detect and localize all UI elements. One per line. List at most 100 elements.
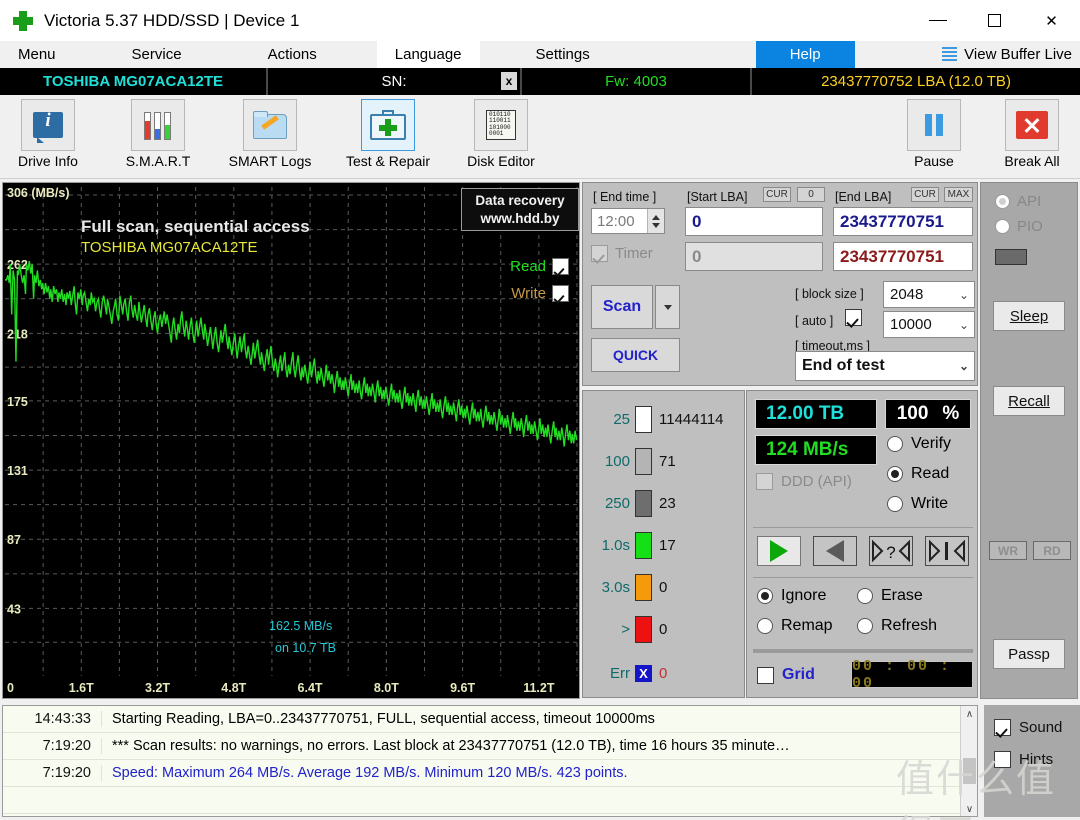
toolbar-button-smart[interactable]: S.M.A.R.T — [110, 99, 206, 169]
defect-remap[interactable]: Remap — [757, 617, 833, 635]
promo-box[interactable]: Data recovery www.hdd.by — [461, 188, 579, 231]
close-button[interactable]: ✕ — [1023, 0, 1080, 41]
mode-read[interactable]: Read — [887, 465, 949, 483]
recall-button[interactable]: Recall — [993, 386, 1065, 416]
pio-radio[interactable] — [995, 219, 1010, 234]
grid-toggle[interactable]: Grid — [757, 666, 815, 684]
read-checkbox[interactable] — [552, 258, 569, 275]
toolbar-button-pause[interactable]: Pause — [886, 99, 982, 169]
toolbar-button-test-repair[interactable]: Test & Repair — [340, 99, 436, 169]
grid-label: Grid — [782, 666, 815, 683]
play-backward-button[interactable] — [813, 536, 857, 566]
toolbar-label-pause: Pause — [914, 153, 954, 169]
end-time-spinner[interactable]: 12:00 — [591, 208, 665, 234]
seek-end-button[interactable] — [925, 536, 969, 566]
menu-item-settings[interactable]: Settings — [518, 41, 608, 68]
remap-radio[interactable] — [757, 618, 773, 634]
end-of-test-select[interactable]: End of test ⌄ — [795, 351, 975, 381]
view-buffer-live-button[interactable]: View Buffer Live — [942, 41, 1072, 68]
defect-ignore[interactable]: Ignore — [757, 587, 826, 605]
start-lba-cur-button[interactable]: CUR — [763, 187, 791, 202]
ignore-radio[interactable] — [757, 588, 773, 604]
svg-text:6.4T: 6.4T — [298, 681, 323, 695]
graph-title: Full scan, sequential access — [81, 217, 310, 236]
speed-graph[interactable]: 306 (MB/s) 262 218 175 131 87 43 0 1.6T 3.2T 4.8T 6… — [2, 182, 580, 699]
end-time-stepper[interactable] — [647, 209, 664, 233]
mode-verify[interactable]: Verify — [887, 435, 951, 453]
start-lba-input[interactable]: 0 — [685, 207, 823, 236]
block-stat-row-100: 100 71 — [583, 441, 746, 482]
play-forward-button[interactable] — [757, 536, 801, 566]
end-lba-input[interactable]: 23437770751 — [833, 207, 973, 236]
buffer-lines-icon — [942, 47, 958, 62]
end-lba-secondary-input[interactable]: 23437770751 — [833, 242, 973, 271]
start-lba-zero-button[interactable]: 0 — [797, 187, 825, 202]
grid-checkbox[interactable] — [757, 666, 774, 684]
write-checkbox[interactable] — [552, 285, 569, 302]
sound-checkbox[interactable] — [994, 719, 1011, 736]
toolbar-button-break-all[interactable]: Break All — [984, 99, 1080, 169]
log-row[interactable]: 14:43:33 Starting Reading, LBA=0..234377… — [3, 706, 977, 733]
write-radio[interactable] — [887, 496, 903, 512]
ddd-api-checkbox[interactable] — [756, 473, 773, 490]
defect-erase[interactable]: Erase — [857, 587, 923, 605]
log-message: Speed: Maximum 264 MB/s. Average 192 MB/… — [101, 765, 977, 781]
svg-text:?: ? — [886, 543, 895, 562]
timeout-select[interactable]: 10000 ⌄ — [883, 311, 975, 338]
refresh-radio[interactable] — [857, 618, 873, 634]
end-lba-cur-button[interactable]: CUR — [911, 187, 939, 202]
timer-toggle[interactable]: Timer — [591, 245, 653, 262]
menu-item-language[interactable]: Language — [376, 41, 480, 68]
api-mode-radio-row[interactable]: API — [995, 193, 1041, 210]
svg-text:131: 131 — [7, 464, 28, 478]
sound-toggle[interactable]: Sound — [994, 719, 1062, 736]
read-radio[interactable] — [887, 466, 903, 482]
log-row[interactable]: 7:19:20 *** Scan results: no warnings, n… — [3, 733, 977, 760]
victoria-window: Victoria 5.37 HDD/SSD | Device 1 ✕ Menu … — [0, 0, 1080, 820]
mode-write[interactable]: Write — [887, 495, 948, 513]
block-size-select[interactable]: 2048 ⌄ — [883, 281, 975, 308]
quick-button[interactable]: QUICK — [591, 338, 680, 372]
block-stat-row-err: Err X 0 — [583, 653, 746, 694]
scroll-up-icon[interactable]: ∧ — [961, 706, 977, 723]
ddd-api-toggle[interactable]: DDD (API) — [756, 473, 852, 490]
auto-checkbox[interactable] — [845, 309, 862, 326]
log-row[interactable]: 7:19:20 Speed: Maximum 264 MB/s. Average… — [3, 760, 977, 787]
toolbar-button-disk-editor[interactable]: 010110 110011 101000 0001 Disk Editor — [453, 99, 549, 169]
read-toggle[interactable]: Read — [510, 258, 569, 275]
menu-item-service[interactable]: Service — [114, 41, 200, 68]
log-panel[interactable]: 14:43:33 Starting Reading, LBA=0..234377… — [2, 705, 978, 817]
toolbar-button-smart-logs[interactable]: SMART Logs — [222, 99, 318, 169]
progress-display: 100 % — [885, 399, 971, 429]
menu-item-help[interactable]: Help — [755, 41, 855, 68]
log-timestamp: 14:43:33 — [34, 711, 91, 727]
scan-button[interactable]: Scan — [591, 285, 653, 329]
defect-refresh[interactable]: Refresh — [857, 617, 937, 635]
erase-radio[interactable] — [857, 588, 873, 604]
scan-dropdown-button[interactable] — [655, 285, 680, 329]
pause-icon — [907, 99, 961, 151]
passport-button[interactable]: Passp — [993, 639, 1065, 669]
end-lba-max-button[interactable]: MAX — [944, 187, 973, 202]
auto-label: [ auto ] — [795, 314, 834, 328]
seek-unknown-button[interactable]: ? — [869, 536, 913, 566]
sleep-button[interactable]: Sleep — [993, 301, 1065, 331]
menu-item-actions[interactable]: Actions — [250, 41, 335, 68]
verify-radio[interactable] — [887, 436, 903, 452]
toolbar-button-drive-info[interactable]: Drive Info — [0, 99, 96, 169]
minimize-button[interactable] — [909, 0, 966, 41]
promo-line-2: www.hdd.by — [480, 210, 560, 226]
block-stat-threshold: 100 — [604, 453, 630, 470]
write-toggle[interactable]: Write — [511, 285, 569, 302]
menu-item-menu[interactable]: Menu — [0, 41, 74, 68]
clear-serial-button[interactable]: x — [501, 72, 517, 90]
maximize-button[interactable] — [966, 0, 1023, 41]
pio-mode-radio-row[interactable]: PIO — [995, 218, 1043, 235]
api-radio[interactable] — [995, 194, 1010, 209]
main-toolbar: Drive Info S.M.A.R.T SMART Logs Test & R… — [0, 95, 1080, 179]
close-red-icon — [1005, 99, 1059, 151]
timer-checkbox[interactable] — [591, 245, 608, 262]
device-serial-field[interactable]: SN: x — [268, 68, 520, 95]
seek-end-icon — [929, 539, 965, 563]
start-lba-label: [Start LBA] — [687, 190, 748, 204]
